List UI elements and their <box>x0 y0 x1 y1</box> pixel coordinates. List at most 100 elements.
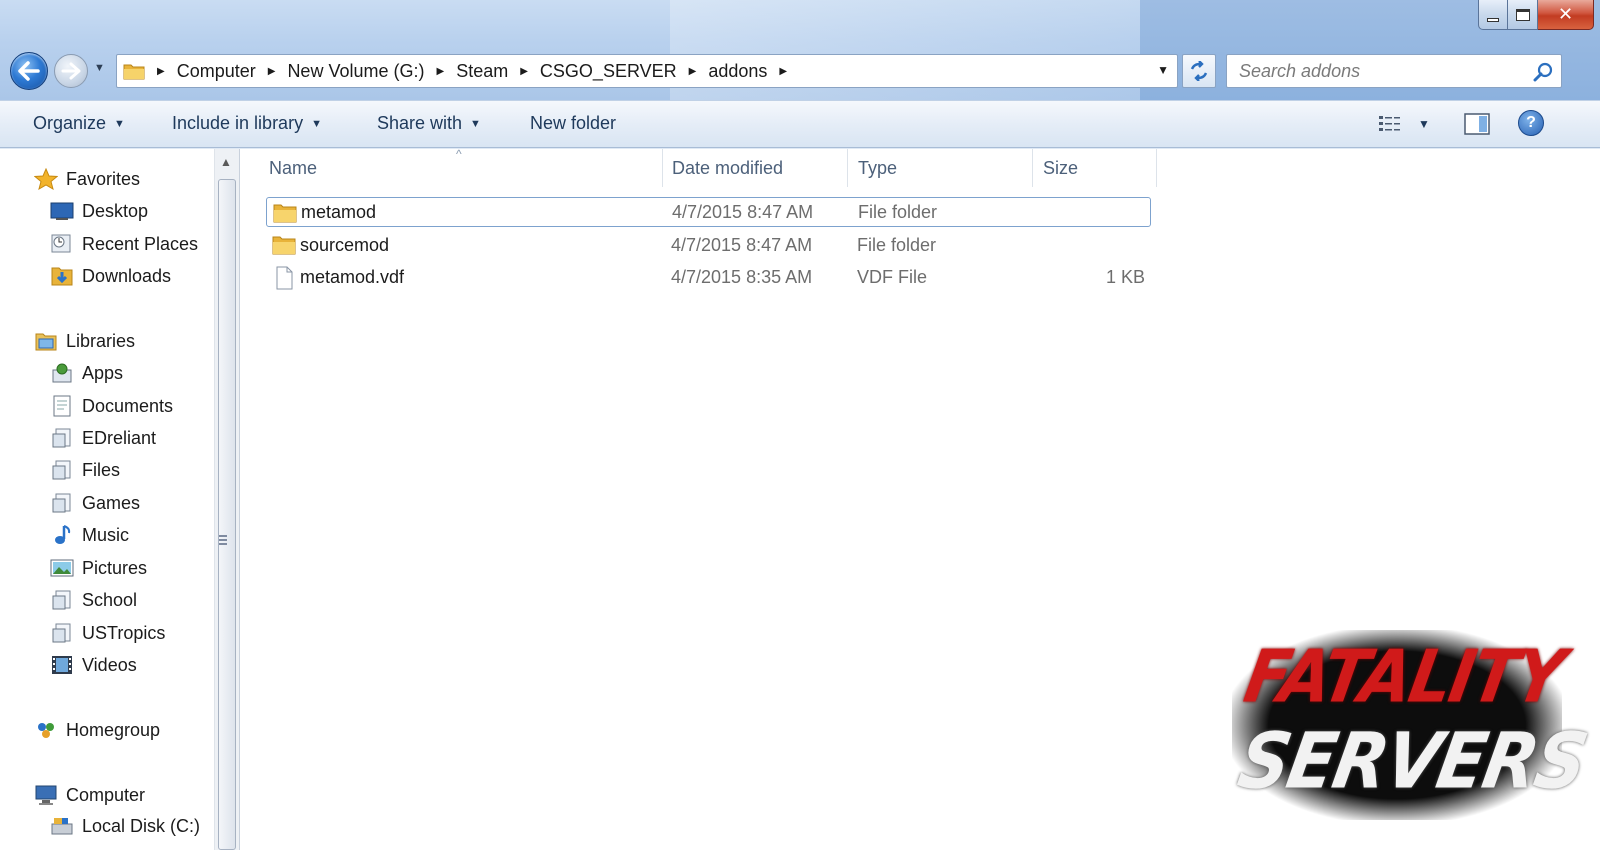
breadcrumb-steam[interactable]: Steam <box>456 61 508 82</box>
view-details-icon[interactable] <box>1378 114 1404 134</box>
nav-homegroup[interactable]: Homegroup <box>34 716 160 744</box>
column-header-name[interactable]: Name <box>269 149 317 187</box>
back-button[interactable] <box>10 52 48 90</box>
organize-label: Organize <box>33 113 107 133</box>
chevron-down-icon: ▼ <box>114 117 125 130</box>
breadcrumb-separator-icon[interactable]: ▶ <box>689 66 697 77</box>
file-date: 4/7/2015 8:35 AM <box>671 266 813 287</box>
file-name: sourcemod <box>300 234 390 255</box>
file-date: 4/7/2015 8:47 AM <box>672 201 814 222</box>
breadcrumb-separator-icon[interactable]: ▶ <box>436 66 444 77</box>
file-type: File folder <box>857 234 937 255</box>
close-button[interactable]: ✕ <box>1538 0 1594 30</box>
recent-pages-dropdown[interactable]: ▼ <box>94 62 105 74</box>
column-header-size[interactable]: Size <box>1043 149 1078 187</box>
homegroup-icon <box>34 719 58 741</box>
nav-item-documents[interactable]: Documents <box>50 392 173 420</box>
new-folder-button[interactable]: New folder <box>530 113 616 134</box>
refresh-button[interactable] <box>1182 54 1216 88</box>
breadcrumb-separator-icon[interactable]: ▶ <box>779 66 787 77</box>
watermark-line1: FATALITY <box>1238 634 1570 719</box>
nav-item-edreliant[interactable]: EDreliant <box>50 424 156 452</box>
file-type: VDF File <box>857 266 928 287</box>
documents-icon <box>50 395 74 417</box>
nav-item-label: Recent Places <box>82 233 199 254</box>
nav-item-label: EDreliant <box>82 427 157 448</box>
view-options-dropdown[interactable]: ▼ <box>1418 117 1430 131</box>
nav-favorites[interactable]: Favorites <box>34 165 140 193</box>
library-icon <box>50 459 74 481</box>
nav-item-label: Games <box>82 492 141 513</box>
help-icon[interactable]: ? <box>1518 110 1544 136</box>
file-row-sourcemod[interactable]: sourcemod 4/7/2015 8:47 AM File folder <box>266 230 1151 260</box>
nav-item-games[interactable]: Games <box>50 489 140 517</box>
nav-item-music[interactable]: Music <box>50 521 129 549</box>
chevron-down-icon: ▼ <box>311 117 322 130</box>
column-divider[interactable] <box>1032 149 1033 187</box>
include-in-library-button[interactable]: Include in library ▼ <box>172 113 322 134</box>
nav-item-videos[interactable]: Videos <box>50 651 137 679</box>
scrollbar-thumb[interactable] <box>218 179 236 850</box>
nav-item-label: USTropics <box>82 622 166 643</box>
breadcrumb-csgo-server[interactable]: CSGO_SERVER <box>540 61 677 82</box>
column-divider[interactable] <box>662 149 663 187</box>
maximize-button[interactable] <box>1508 0 1538 30</box>
search-icon[interactable] <box>1533 62 1553 82</box>
fatality-servers-watermark: FATALITY SERVERS <box>1232 630 1592 820</box>
libraries-icon <box>34 330 58 352</box>
share-with-button[interactable]: Share with ▼ <box>377 113 481 134</box>
computer-icon <box>34 784 58 806</box>
nav-computer[interactable]: Computer <box>34 781 145 809</box>
nav-item-recent-places[interactable]: Recent Places <box>50 230 198 258</box>
nav-item-local-disk[interactable]: Local Disk (C:) <box>50 812 200 840</box>
address-history-dropdown[interactable]: ▼ <box>1157 63 1169 77</box>
nav-item-downloads[interactable]: Downloads <box>50 262 171 290</box>
downloads-folder-icon <box>50 265 74 287</box>
column-divider[interactable] <box>1156 149 1157 187</box>
nav-item-school[interactable]: School <box>50 586 137 614</box>
nav-item-desktop[interactable]: Desktop <box>50 197 148 225</box>
file-size: 1 KB <box>1105 266 1145 287</box>
column-header-date-modified[interactable]: Date modified <box>672 149 783 187</box>
pictures-icon <box>50 557 74 579</box>
column-divider[interactable] <box>847 149 848 187</box>
nav-libraries-label: Libraries <box>66 330 136 351</box>
search-input[interactable] <box>1227 60 1517 82</box>
nav-item-label: Documents <box>82 395 174 416</box>
breadcrumb-addons[interactable]: addons <box>708 61 767 82</box>
arrow-left-icon <box>18 61 40 81</box>
nav-item-label: Videos <box>82 654 137 675</box>
address-bar[interactable]: ▶ Computer ▶ New Volume (G:) ▶ Steam ▶ C… <box>116 54 1178 88</box>
nav-item-label: Downloads <box>82 265 172 286</box>
nav-item-ustropics[interactable]: USTropics <box>50 619 165 647</box>
nav-item-apps[interactable]: Apps <box>50 359 123 387</box>
column-header-type[interactable]: Type <box>858 149 897 187</box>
search-box[interactable] <box>1226 54 1562 88</box>
file-date: 4/7/2015 8:47 AM <box>671 234 813 255</box>
file-row-metamod[interactable]: metamod 4/7/2015 8:47 AM File folder <box>266 197 1151 227</box>
preview-pane-icon[interactable] <box>1464 113 1490 135</box>
scroll-up-icon[interactable]: ▲ <box>220 155 232 169</box>
nav-item-pictures[interactable]: Pictures <box>50 554 147 582</box>
arrow-right-icon <box>61 62 81 80</box>
navigation-scrollbar[interactable]: ▲ <box>214 149 240 850</box>
file-row-metamod-vdf[interactable]: metamod.vdf 4/7/2015 8:35 AM VDF File 1 … <box>266 262 1151 292</box>
breadcrumb-separator-icon[interactable]: ▶ <box>157 66 165 77</box>
breadcrumb-separator-icon[interactable]: ▶ <box>520 66 528 77</box>
organize-button[interactable]: Organize ▼ <box>33 113 125 134</box>
chevron-down-icon: ▼ <box>470 117 481 130</box>
video-film-icon <box>50 654 74 676</box>
music-note-icon <box>50 524 74 546</box>
breadcrumb-new-volume[interactable]: New Volume (G:) <box>287 61 424 82</box>
sort-ascending-icon: ^ <box>456 147 462 161</box>
minimize-icon <box>1487 17 1499 22</box>
minimize-button[interactable] <box>1478 0 1508 30</box>
forward-button[interactable] <box>54 54 88 88</box>
include-in-library-label: Include in library <box>172 113 304 133</box>
breadcrumb-separator-icon[interactable]: ▶ <box>268 66 276 77</box>
nav-item-files[interactable]: Files <box>50 456 120 484</box>
file-name: metamod <box>301 201 377 222</box>
column-header-label: Date modified <box>672 157 784 178</box>
nav-libraries[interactable]: Libraries <box>34 327 135 355</box>
breadcrumb-computer[interactable]: Computer <box>177 61 256 82</box>
